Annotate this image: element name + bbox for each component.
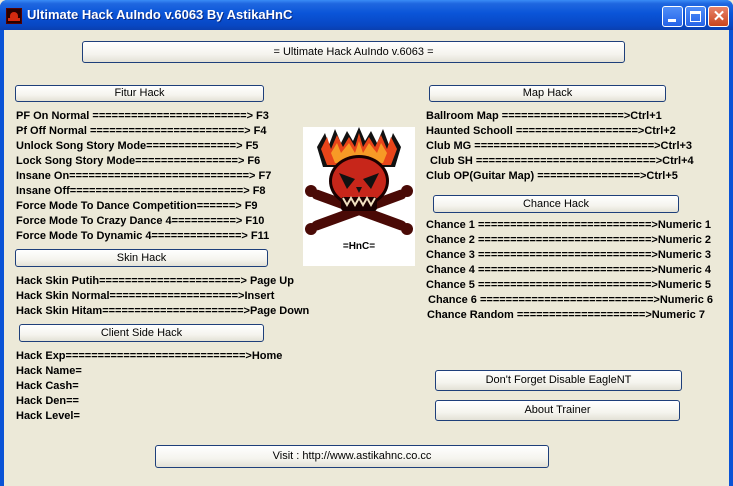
client-side-line: Hack Den== bbox=[16, 395, 79, 407]
client-side-line: Hack Exp============================>Hom… bbox=[16, 350, 283, 362]
banner-button[interactable]: = Ultimate Hack AuIndo v.6063 = bbox=[82, 41, 625, 63]
map-line: Haunted Schooll ===================>Ctrl… bbox=[426, 125, 676, 137]
skin-hack-button[interactable]: Skin Hack bbox=[15, 249, 268, 267]
chance-line: Chance 6 ===========================>Num… bbox=[428, 294, 714, 306]
fitur-line: Force Mode To Dance Competition======> F… bbox=[16, 200, 258, 212]
window-title: Ultimate Hack AuIndo v.6063 By AstikaHnC bbox=[27, 7, 293, 22]
fitur-line: Unlock Song Story Mode==============> F5 bbox=[16, 140, 259, 152]
chance-line: Chance 3 ===========================>Num… bbox=[426, 249, 712, 261]
map-line: Club OP(Guitar Map) ================>Ctr… bbox=[426, 170, 678, 182]
maximize-button[interactable] bbox=[685, 6, 706, 27]
trainer-window: Ultimate Hack AuIndo v.6063 By AstikaHnC… bbox=[0, 0, 733, 486]
chance-line: Chance 5 ===========================>Num… bbox=[426, 279, 712, 291]
disable-eaglent-button[interactable]: Don't Forget Disable EagleNT bbox=[435, 370, 682, 391]
hnc-logo: =HnC= bbox=[303, 127, 415, 266]
map-line: Club MG ============================>Ctr… bbox=[426, 140, 693, 152]
client-side-line: Hack Cash= bbox=[16, 380, 79, 392]
about-trainer-button[interactable]: About Trainer bbox=[435, 400, 680, 421]
chance-line: Chance 2 ===========================>Num… bbox=[426, 234, 712, 246]
visit-website-button[interactable]: Visit : http://www.astikahnc.co.cc bbox=[155, 445, 549, 468]
fitur-line: Insane On============================> F… bbox=[16, 170, 272, 182]
minimize-icon bbox=[668, 19, 676, 22]
chance-line: Chance Random ====================>Numer… bbox=[427, 309, 705, 321]
fitur-line: PF On Normal ========================> F… bbox=[16, 110, 269, 122]
fitur-line: Force Mode To Crazy Dance 4==========> F… bbox=[16, 215, 265, 227]
map-line: Ballroom Map ===================>Ctrl+1 bbox=[426, 110, 662, 122]
window-client-area: = Ultimate Hack AuIndo v.6063 = Fitur Ha… bbox=[4, 30, 729, 486]
map-hack-button[interactable]: Map Hack bbox=[429, 85, 666, 102]
client-side-line: Hack Name= bbox=[16, 365, 82, 377]
skin-line: Hack Skin Normal====================>Ins… bbox=[16, 290, 275, 302]
maximize-icon bbox=[690, 11, 701, 22]
fitur-line: Lock Song Story Mode================> F6 bbox=[16, 155, 261, 167]
minimize-button[interactable] bbox=[662, 6, 683, 27]
chance-line: Chance 4 ===========================>Num… bbox=[426, 264, 712, 276]
skin-line: Hack Skin Putih======================> P… bbox=[16, 275, 294, 287]
close-button[interactable]: ✕ bbox=[708, 6, 729, 27]
fitur-hack-button[interactable]: Fitur Hack bbox=[15, 85, 264, 102]
logo-caption: =HnC= bbox=[342, 241, 376, 252]
close-icon: ✕ bbox=[712, 8, 726, 25]
flaming-skull-image bbox=[305, 127, 413, 235]
title-bar[interactable]: Ultimate Hack AuIndo v.6063 By AstikaHnC… bbox=[0, 0, 733, 30]
chance-hack-button[interactable]: Chance Hack bbox=[433, 195, 679, 213]
fitur-line: Force Mode To Dynamic 4==============> F… bbox=[16, 230, 270, 242]
fitur-line: Pf Off Normal ========================> … bbox=[16, 125, 267, 137]
client-side-line: Hack Level= bbox=[16, 410, 80, 422]
skull-app-icon[interactable] bbox=[6, 8, 22, 24]
skin-line: Hack Skin Hitam======================>Pa… bbox=[16, 305, 310, 317]
map-line: Club SH ============================>Ctr… bbox=[430, 155, 694, 167]
chance-line: Chance 1 ===========================>Num… bbox=[426, 219, 712, 231]
client-side-hack-button[interactable]: Client Side Hack bbox=[19, 324, 264, 342]
fitur-line: Insane Off===========================> F… bbox=[16, 185, 266, 197]
